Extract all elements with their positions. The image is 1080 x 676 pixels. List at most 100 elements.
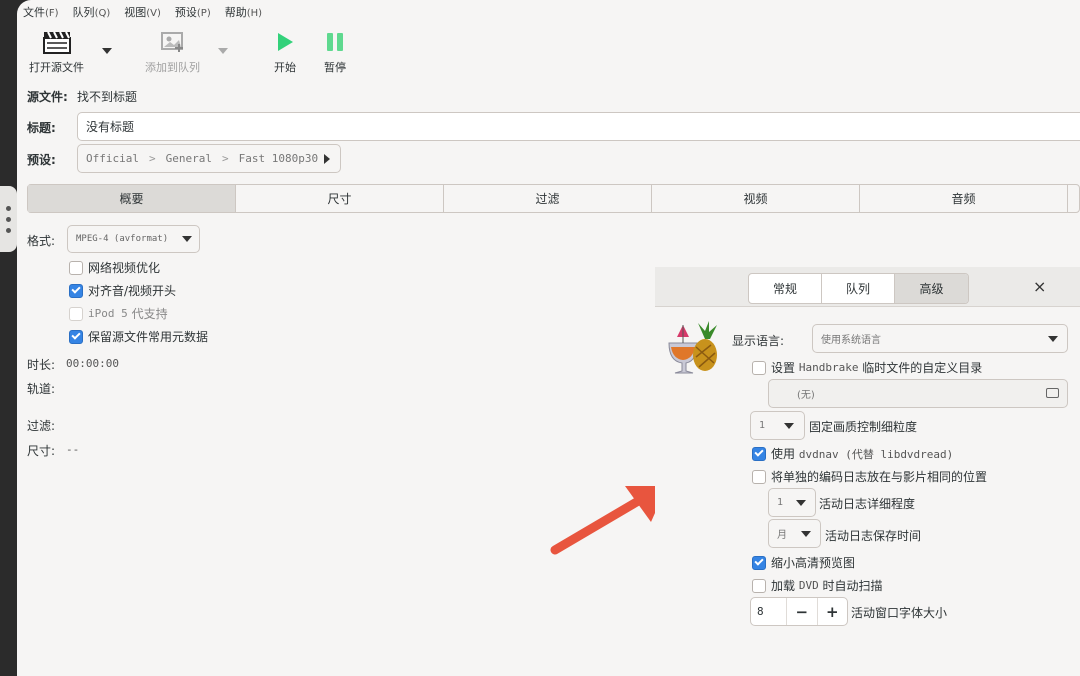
keep-metadata-checkbox[interactable]: 保留源文件常用元数据 <box>69 328 208 345</box>
grip-dot-icon <box>6 228 11 233</box>
chevron-down-icon <box>182 236 192 242</box>
toolbar: 打开源文件 添加到队列 开始 暂停 <box>17 28 1080 78</box>
checkbox-box[interactable] <box>752 469 766 484</box>
start-button[interactable]: 开始 <box>274 28 296 75</box>
handbrake-logo <box>665 319 723 380</box>
checkbox-box[interactable] <box>752 578 766 593</box>
menu-presets[interactable]: 预设(P) <box>175 4 211 20</box>
add-queue-dropdown-icon[interactable] <box>218 48 228 54</box>
temp-dir-chooser[interactable]: (无) <box>768 379 1068 408</box>
chevron-down-icon <box>801 531 811 537</box>
decrement-button[interactable]: − <box>787 598 818 625</box>
preferences-tabs: 常规 队列 高级 <box>748 273 969 304</box>
custom-temp-dir-checkbox[interactable]: 设置 Handbrake 临时文件的自定义目录 <box>752 359 982 376</box>
source-label: 源文件: <box>27 90 68 104</box>
log-retention-value: 月 <box>777 530 787 541</box>
tab-audio[interactable]: 音频 <box>860 185 1068 212</box>
preset-part: Fast 1080p30 <box>238 152 319 165</box>
language-label: 显示语言: <box>732 334 785 348</box>
checkbox-box[interactable] <box>752 555 766 570</box>
triangle-right-icon <box>324 153 331 164</box>
open-source-dropdown-icon[interactable] <box>102 48 112 54</box>
source-value: 找不到标题 <box>77 90 138 104</box>
annotation-arrow-icon <box>550 486 667 555</box>
preferences-panel: 常规 队列 高级 × 显示语言: 使用系统语言 设置 Handbrake 临时文… <box>655 267 1080 676</box>
font-size-stepper[interactable]: 8 − + <box>750 597 848 626</box>
pref-tab-general[interactable]: 常规 <box>749 274 822 303</box>
log-retention-label: 活动日志保存时间 <box>825 529 922 543</box>
format-label: 格式: <box>27 234 56 248</box>
close-icon[interactable]: × <box>1033 277 1046 296</box>
checkbox-box[interactable] <box>69 260 83 275</box>
preset-selector[interactable]: Official > General > Fast 1080p30 <box>77 144 341 173</box>
clapperboard-icon <box>42 28 72 56</box>
pause-icon <box>324 28 346 56</box>
tab-summary[interactable]: 概要 <box>28 185 236 212</box>
title-label: 标题: <box>27 121 56 135</box>
font-size-label: 活动窗口字体大小 <box>851 606 948 620</box>
tab-video[interactable]: 视频 <box>652 185 860 212</box>
add-to-queue-button[interactable]: 添加到队列 <box>145 28 200 75</box>
log-level-value: 1 <box>777 497 784 508</box>
menu-view[interactable]: 视图(V) <box>124 4 161 20</box>
checkbox-box[interactable] <box>69 283 83 298</box>
separate-log-checkbox[interactable]: 将单独的编码日志放在与影片相同的位置 <box>752 468 987 485</box>
log-level-select[interactable]: 1 <box>768 488 816 517</box>
scale-preview-checkbox[interactable]: 缩小高清预览图 <box>752 554 855 571</box>
checkbox-box[interactable] <box>69 329 83 344</box>
add-queue-icon <box>159 28 187 56</box>
quality-value: 1 <box>759 420 766 431</box>
pref-tab-queue[interactable]: 队列 <box>822 274 895 303</box>
temp-dir-value: (无) <box>797 390 815 401</box>
duration-label: 时长: <box>27 358 56 372</box>
menu-queue[interactable]: 队列(Q) <box>73 4 111 20</box>
grip-dot-icon <box>6 206 11 211</box>
tab-filters[interactable]: 过滤 <box>444 185 652 212</box>
pref-tab-advanced[interactable]: 高级 <box>895 274 968 303</box>
quality-granularity-select[interactable]: 1 <box>750 411 805 440</box>
dvd-autoscan-checkbox[interactable]: 加载 DVD 时自动扫描 <box>752 577 883 594</box>
main-tabs: 概要 尺寸 过滤 视频 音频 <box>27 184 1080 213</box>
size-value: -- <box>66 443 80 456</box>
title-value: 没有标题 <box>86 120 135 134</box>
play-icon <box>274 28 296 56</box>
chevron-right-icon: > <box>221 152 229 165</box>
size-label: 尺寸: <box>27 444 56 458</box>
increment-button[interactable]: + <box>818 598 848 625</box>
pause-button[interactable]: 暂停 <box>324 28 346 75</box>
drag-handle[interactable] <box>0 186 17 252</box>
language-value: 使用系统语言 <box>821 335 881 346</box>
preset-label: 预设: <box>27 153 56 167</box>
language-select[interactable]: 使用系统语言 <box>812 324 1068 353</box>
align-av-checkbox[interactable]: 对齐音/视频开头 <box>69 282 176 299</box>
chevron-right-icon: > <box>148 152 156 165</box>
checkbox-box[interactable] <box>752 446 766 461</box>
format-select[interactable]: MPEG-4 (avformat) <box>67 225 200 253</box>
left-edge-strip <box>0 0 17 676</box>
use-dvdnav-checkbox[interactable]: 使用 dvdnav (代替 libdvdread) <box>752 445 953 462</box>
log-retention-select[interactable]: 月 <box>768 519 821 548</box>
menubar: 文件(F) 队列(Q) 视图(V) 预设(P) 帮助(H) <box>17 0 1080 24</box>
web-optimize-checkbox[interactable]: 网络视频优化 <box>69 259 160 276</box>
open-source-button[interactable]: 打开源文件 <box>29 28 84 75</box>
chevron-down-icon <box>784 423 794 429</box>
chevron-down-icon <box>1048 336 1058 342</box>
preferences-header: 常规 队列 高级 × <box>655 267 1080 307</box>
chevron-down-icon <box>796 500 806 506</box>
filters-label: 过滤: <box>27 419 56 433</box>
checkbox-box[interactable] <box>69 306 83 321</box>
quality-granularity-label: 固定画质控制细粒度 <box>809 420 918 434</box>
tracks-label: 轨道: <box>27 382 56 396</box>
font-size-value[interactable]: 8 <box>751 598 787 625</box>
tab-dimensions[interactable]: 尺寸 <box>236 185 444 212</box>
ipod-support-checkbox[interactable]: iPod 5 代支持 <box>69 305 168 322</box>
checkbox-box[interactable] <box>752 360 766 375</box>
duration-value: 00:00:00 <box>66 357 119 370</box>
preset-part: General <box>165 152 212 165</box>
menu-file[interactable]: 文件(F) <box>23 4 59 20</box>
handbrake-window: 文件(F) 队列(Q) 视图(V) 预设(P) 帮助(H) 打开源文件 添加到队… <box>17 0 1080 676</box>
title-field[interactable]: 没有标题 <box>77 112 1080 141</box>
menu-help[interactable]: 帮助(H) <box>225 4 262 20</box>
folder-icon <box>1046 388 1059 398</box>
preset-part: Official <box>86 152 139 165</box>
